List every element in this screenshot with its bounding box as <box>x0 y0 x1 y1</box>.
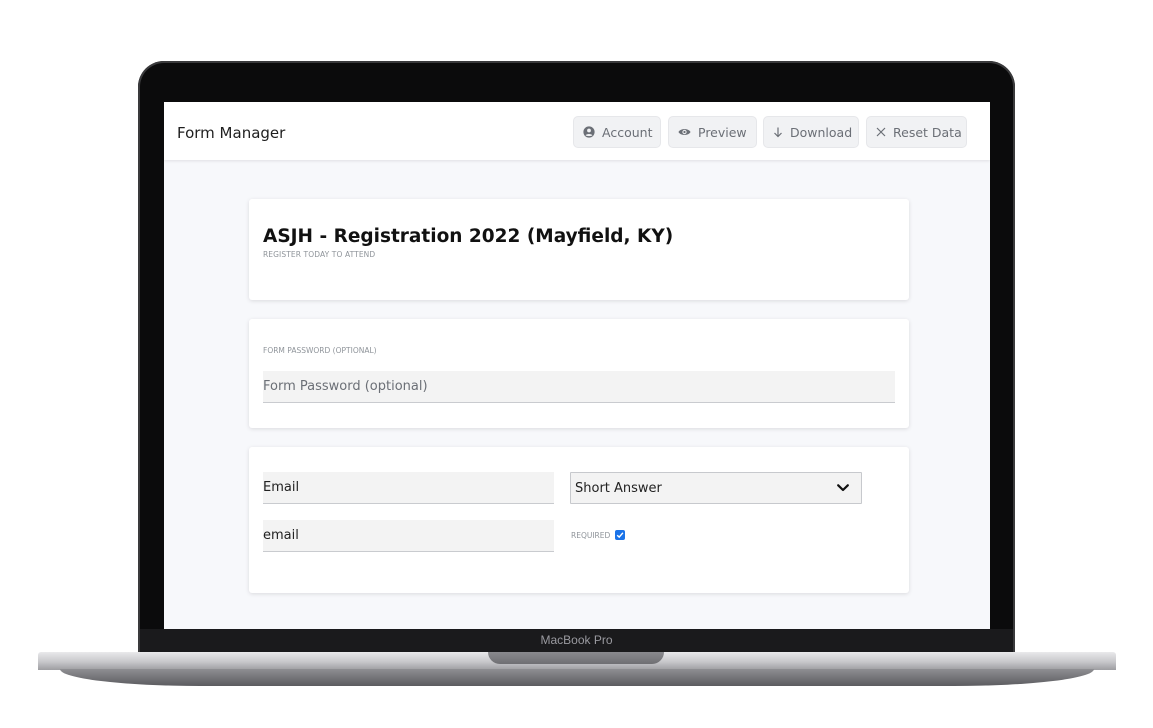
laptop-base-lip <box>60 669 1094 686</box>
form-password-label: FORM PASSWORD (OPTIONAL) <box>263 346 377 355</box>
form-subtitle: REGISTER TODAY TO ATTEND <box>263 250 376 259</box>
laptop-opening-notch <box>488 652 664 664</box>
account-button-label: Account <box>602 124 653 140</box>
reset-data-button-label: Reset Data <box>893 124 962 140</box>
close-icon <box>876 126 886 139</box>
checkmark-icon <box>616 532 624 539</box>
account-button[interactable]: Account <box>573 116 661 148</box>
field-name-input[interactable] <box>263 520 554 552</box>
field-type-selected: Short Answer <box>575 480 662 496</box>
account-circle-icon <box>583 126 595 139</box>
device-label: MacBook Pro <box>540 633 613 647</box>
eye-icon <box>678 126 691 139</box>
preview-button-label: Preview <box>698 124 747 140</box>
download-button[interactable]: Download <box>763 116 859 148</box>
form-title: ASJH - Registration 2022 (Mayfield, KY) <box>263 226 674 247</box>
field-label-input[interactable] <box>263 472 554 504</box>
required-toggle: REQUIRED <box>571 530 626 540</box>
download-button-label: Download <box>790 124 853 140</box>
form-password-card: FORM PASSWORD (OPTIONAL) <box>249 319 909 428</box>
app-screen: Form Manager Account Preview Download Re… <box>164 102 990 629</box>
preview-button[interactable]: Preview <box>668 116 757 148</box>
form-password-input[interactable] <box>263 371 895 403</box>
app-title: Form Manager <box>177 124 286 142</box>
field-editor-card: Short Answer REQUIRED <box>249 447 909 593</box>
form-title-card: ASJH - Registration 2022 (Mayfield, KY) … <box>249 199 909 300</box>
required-checkbox[interactable] <box>615 530 626 540</box>
reset-data-button[interactable]: Reset Data <box>866 116 967 148</box>
chevron-down-icon <box>837 481 849 496</box>
app-header: Form Manager Account Preview Download Re… <box>164 102 990 160</box>
field-type-select[interactable]: Short Answer <box>570 472 862 504</box>
required-label: REQUIRED <box>571 530 611 540</box>
arrow-down-icon <box>773 126 783 139</box>
